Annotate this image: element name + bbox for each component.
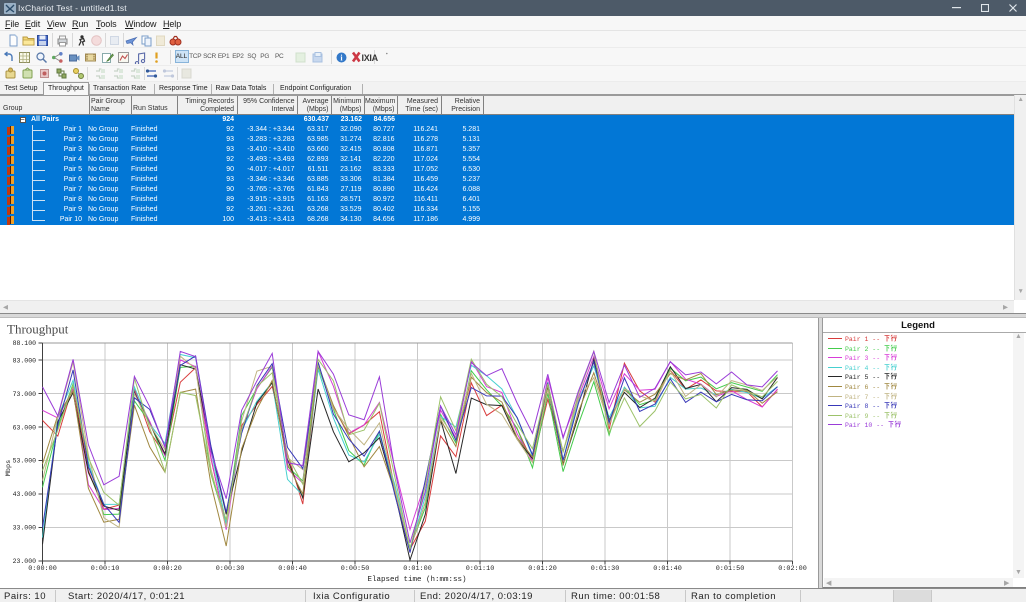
svg-text:0:01:30: 0:01:30	[591, 565, 620, 573]
svg-text:0:01:00: 0:01:00	[403, 565, 432, 573]
svg-text:88.100: 88.100	[13, 340, 37, 347]
svg-text:Mbps: Mbps	[5, 460, 13, 476]
svg-text:0:02:00: 0:02:00	[778, 565, 807, 573]
svg-text:0:00:40: 0:00:40	[278, 565, 307, 573]
svg-text:63.000: 63.000	[13, 424, 37, 431]
svg-text:0:00:30: 0:00:30	[216, 565, 245, 573]
svg-text:0:01:40: 0:01:40	[653, 565, 682, 573]
svg-text:0:00:50: 0:00:50	[341, 565, 370, 573]
svg-text:Elapsed time (h:mm:ss): Elapsed time (h:mm:ss)	[367, 576, 466, 584]
svg-text:83.000: 83.000	[13, 357, 37, 364]
svg-text:43.000: 43.000	[13, 491, 37, 498]
svg-text:0:00:00: 0:00:00	[28, 565, 57, 573]
svg-text:0:00:10: 0:00:10	[91, 565, 120, 573]
svg-text:IXIA: IXIA	[362, 53, 379, 63]
svg-text:53.000: 53.000	[13, 458, 37, 465]
svg-text:0:00:20: 0:00:20	[153, 565, 182, 573]
svg-text:33.000: 33.000	[13, 525, 37, 532]
svg-text:73.000: 73.000	[13, 391, 37, 398]
svg-text:0:01:10: 0:01:10	[466, 565, 495, 573]
svg-text:0:01:20: 0:01:20	[528, 565, 557, 573]
svg-text:0:01:50: 0:01:50	[716, 565, 745, 573]
svg-text:Throughput: Throughput	[7, 322, 69, 337]
